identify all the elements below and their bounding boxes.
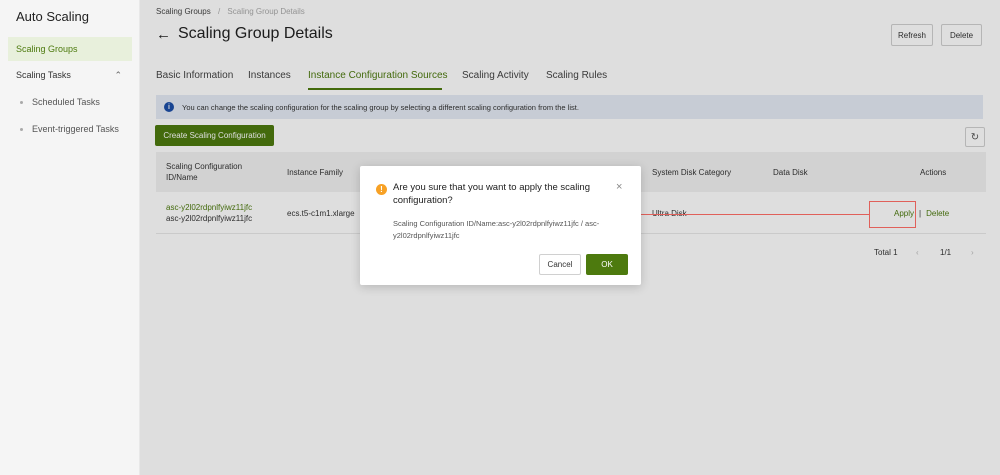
sidebar-item-label: Event-triggered Tasks: [32, 124, 119, 134]
sidebar: Auto Scaling Scaling Groups Scaling Task…: [0, 0, 140, 475]
cancel-button[interactable]: Cancel: [539, 254, 581, 275]
close-icon[interactable]: ×: [616, 181, 622, 193]
app-title: Auto Scaling: [16, 9, 89, 24]
sidebar-item-label: Scheduled Tasks: [32, 97, 100, 107]
sidebar-item-label: Scaling Tasks: [16, 70, 71, 80]
sidebar-item-scheduled-tasks[interactable]: Scheduled Tasks: [20, 97, 100, 107]
dialog-title: Are you sure that you want to apply the …: [393, 182, 590, 206]
sidebar-item-scaling-tasks[interactable]: Scaling Tasks ⌃: [8, 63, 132, 87]
bullet-icon: [20, 100, 23, 104]
ok-button[interactable]: OK: [586, 254, 628, 275]
chevron-up-icon: ⌃: [114, 69, 122, 80]
dialog-body: Scaling Configuration ID/Name:asc-y2l02r…: [393, 219, 600, 240]
annotation-highlight-box: [869, 201, 916, 228]
confirm-dialog: ! Are you sure that you want to apply th…: [360, 166, 641, 285]
bullet-icon: [20, 127, 23, 131]
warning-icon: !: [376, 184, 387, 195]
sidebar-item-scaling-groups[interactable]: Scaling Groups: [8, 37, 132, 61]
annotation-line: [636, 214, 869, 215]
sidebar-item-event-triggered-tasks[interactable]: Event-triggered Tasks: [20, 124, 119, 134]
sidebar-item-label: Scaling Groups: [16, 44, 78, 54]
